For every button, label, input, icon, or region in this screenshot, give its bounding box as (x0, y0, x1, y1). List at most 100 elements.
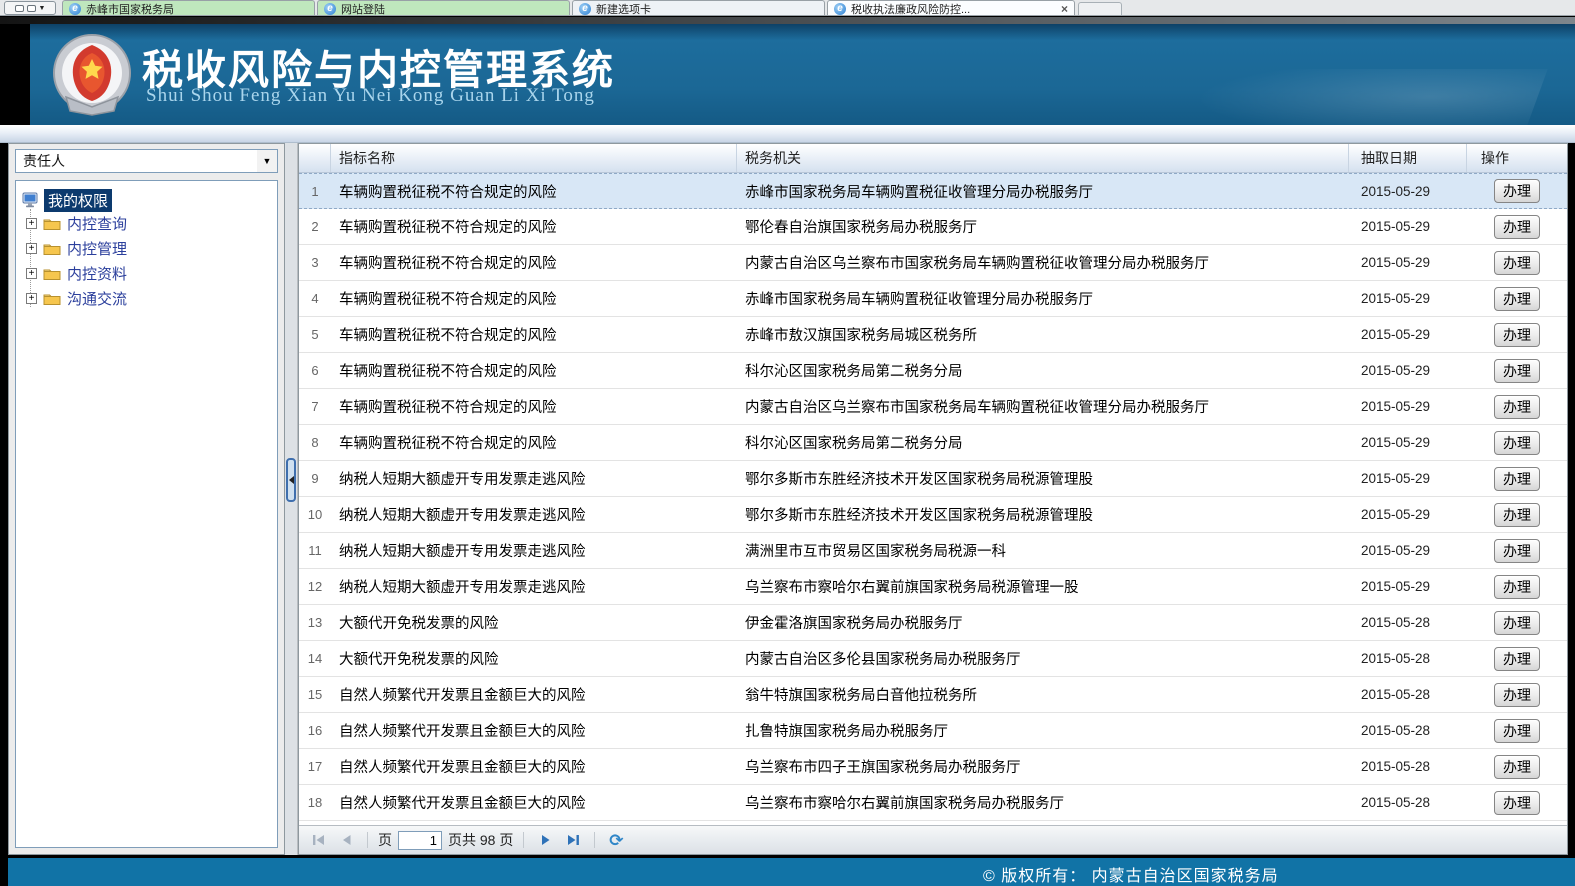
table-row[interactable]: 17 自然人频繁代开发票且金额巨大的风险 乌兰察布市四子王旗国家税务局办税服务厅… (299, 749, 1567, 785)
table-row[interactable]: 14 大额代开免税发票的风险 内蒙古自治区多伦县国家税务局办税服务厅 2015-… (299, 641, 1567, 677)
cell-indicator-name: 车辆购置税征税不符合规定的风险 (331, 432, 737, 453)
pagination-bar: 页 页共 98 页 ⟳ (299, 825, 1567, 854)
new-tab-stub[interactable] (1078, 2, 1122, 16)
tree-item-label[interactable]: 内控管理 (67, 238, 127, 259)
browser-tab[interactable]: e 税收执法廉政风险防控... × (827, 0, 1075, 16)
handle-button[interactable]: 办理 (1494, 359, 1540, 383)
table-row[interactable]: 13 大额代开免税发票的风险 伊金霍洛旗国家税务局办税服务厅 2015-05-2… (299, 605, 1567, 641)
table-row[interactable]: 5 车辆购置税征税不符合规定的风险 赤峰市敖汉旗国家税务局城区税务所 2015-… (299, 317, 1567, 353)
table-row[interactable]: 16 自然人频繁代开发票且金额巨大的风险 扎鲁特旗国家税务局办税服务厅 2015… (299, 713, 1567, 749)
handle-button[interactable]: 办理 (1494, 287, 1540, 311)
dropdown-arrow-icon[interactable]: ▼ (257, 150, 277, 172)
browser-tab[interactable]: e 网站登陆 (317, 0, 570, 16)
handle-button[interactable]: 办理 (1494, 431, 1540, 455)
cell-tax-authority: 内蒙古自治区乌兰察布市国家税务局车辆购置税征收管理分局办税服务厅 (737, 396, 1349, 417)
table-row[interactable]: 6 车辆购置税征税不符合规定的风险 科尔沁区国家税务局第二税务分局 2015-0… (299, 353, 1567, 389)
internet-explorer-icon: e (69, 3, 81, 15)
handle-button[interactable]: 办理 (1494, 791, 1540, 815)
previous-page-button[interactable] (335, 830, 357, 850)
cell-indicator-name: 自然人频繁代开发票且金额巨大的风险 (331, 720, 737, 741)
next-page-button[interactable] (534, 830, 556, 850)
table-row[interactable]: 10 纳税人短期大额虚开专用发票走逃风险 鄂尔多斯市东胜经济技术开发区国家税务局… (299, 497, 1567, 533)
table-row[interactable]: 2 车辆购置税征税不符合规定的风险 鄂伦春自治旗国家税务局办税服务厅 2015-… (299, 209, 1567, 245)
handle-button[interactable]: 办理 (1494, 215, 1540, 239)
cell-tax-authority: 赤峰市国家税务局车辆购置税征收管理分局办税服务厅 (737, 181, 1349, 202)
cell-extract-date: 2015-05-29 (1349, 291, 1467, 306)
cell-tax-authority: 科尔沁区国家税务局第二税务分局 (737, 360, 1349, 381)
folder-icon (43, 292, 61, 306)
expand-icon[interactable]: + (26, 218, 37, 229)
table-row[interactable]: 11 纳税人短期大额虚开专用发票走逃风险 满洲里市互市贸易区国家税务局税源一科 … (299, 533, 1567, 569)
row-number: 17 (299, 759, 331, 774)
tree-item-label[interactable]: 沟通交流 (67, 288, 127, 309)
table-row[interactable]: 18 自然人频繁代开发票且金额巨大的风险 乌兰察布市察哈尔右翼前旗国家税务局办税… (299, 785, 1567, 821)
table-row[interactable]: 1 车辆购置税征税不符合规定的风险 赤峰市国家税务局车辆购置税征收管理分局办税服… (299, 173, 1567, 209)
handle-button[interactable]: 办理 (1494, 395, 1540, 419)
cell-indicator-name: 纳税人短期大额虚开专用发票走逃风险 (331, 504, 737, 525)
table-row[interactable]: 8 车辆购置税征税不符合规定的风险 科尔沁区国家税务局第二税务分局 2015-0… (299, 425, 1567, 461)
table-row[interactable]: 9 纳税人短期大额虚开专用发票走逃风险 鄂尔多斯市东胜经济技术开发区国家税务局税… (299, 461, 1567, 497)
column-header-indicator[interactable]: 指标名称 (331, 144, 737, 172)
responsible-person-dropdown[interactable]: 责任人 ▼ (15, 149, 278, 173)
expand-icon[interactable]: + (26, 293, 37, 304)
cell-extract-date: 2015-05-28 (1349, 795, 1467, 810)
handle-button[interactable]: 办理 (1494, 539, 1540, 563)
handle-button[interactable]: 办理 (1494, 719, 1540, 743)
handle-button[interactable]: 办理 (1494, 323, 1540, 347)
cell-indicator-name: 车辆购置税征税不符合规定的风险 (331, 360, 737, 381)
tree-root-label[interactable]: 我的权限 (44, 189, 112, 212)
tree-item[interactable]: + 内控查询 (26, 211, 271, 236)
tree-item[interactable]: + 内控资料 (26, 261, 271, 286)
cell-extract-date: 2015-05-28 (1349, 759, 1467, 774)
expand-icon[interactable]: + (26, 243, 37, 254)
expand-icon[interactable]: + (26, 268, 37, 279)
window-edge-strip (0, 17, 1575, 24)
column-header-authority[interactable]: 税务机关 (737, 144, 1349, 172)
handle-button[interactable]: 办理 (1494, 575, 1540, 599)
table-row[interactable]: 4 车辆购置税征税不符合规定的风险 赤峰市国家税务局车辆购置税征收管理分局办税服… (299, 281, 1567, 317)
row-number: 10 (299, 507, 331, 522)
table-row[interactable]: 12 纳税人短期大额虚开专用发票走逃风险 乌兰察布市察哈尔右翼前旗国家税务局税源… (299, 569, 1567, 605)
handle-button[interactable]: 办理 (1494, 647, 1540, 671)
folder-icon (43, 267, 61, 281)
tax-bureau-emblem-logo (50, 31, 134, 119)
close-tab-icon[interactable]: × (1061, 3, 1068, 15)
handle-button[interactable]: 办理 (1494, 179, 1540, 203)
handle-button[interactable]: 办理 (1494, 755, 1540, 779)
refresh-icon[interactable]: ⟳ (605, 830, 627, 850)
table-row[interactable]: 15 自然人频繁代开发票且金额巨大的风险 翁牛特旗国家税务局白音他拉税务所 20… (299, 677, 1567, 713)
tree-root-my-permissions[interactable]: 我的权限 (22, 189, 271, 211)
row-number: 15 (299, 687, 331, 702)
tree-item[interactable]: + 内控管理 (26, 236, 271, 261)
left-margin (0, 24, 30, 125)
cell-indicator-name: 大额代开免税发票的风险 (331, 612, 737, 633)
first-page-button[interactable] (307, 830, 329, 850)
table-row[interactable]: 3 车辆购置税征税不符合规定的风险 内蒙古自治区乌兰察布市国家税务局车辆购置税征… (299, 245, 1567, 281)
content-area: 责任人 ▼ 我的权限 + (0, 143, 1575, 858)
toolbar-strip (0, 125, 1575, 143)
page-number-input[interactable] (398, 831, 442, 850)
handle-button[interactable]: 办理 (1494, 251, 1540, 275)
cell-tax-authority: 翁牛特旗国家税务局白音他拉税务所 (737, 684, 1349, 705)
internet-explorer-icon: e (834, 3, 846, 15)
cell-indicator-name: 自然人频繁代开发票且金额巨大的风险 (331, 792, 737, 813)
computer-icon (22, 192, 39, 208)
browser-tab-label: 赤峰市国家税务局 (86, 1, 174, 17)
column-header-date[interactable]: 抽取日期 (1349, 144, 1467, 172)
browser-tab[interactable]: e 新建选项卡 (572, 0, 825, 16)
last-page-button[interactable] (562, 830, 584, 850)
table-row[interactable]: 7 车辆购置税征税不符合规定的风险 内蒙古自治区乌兰察布市国家税务局车辆购置税征… (299, 389, 1567, 425)
page-label: 页 (378, 830, 392, 850)
tree-item-label[interactable]: 内控查询 (67, 213, 127, 234)
handle-button[interactable]: 办理 (1494, 467, 1540, 491)
handle-button[interactable]: 办理 (1494, 611, 1540, 635)
collapse-sidebar-handle[interactable] (286, 458, 296, 502)
tree-item-label[interactable]: 内控资料 (67, 263, 127, 284)
handle-button[interactable]: 办理 (1494, 683, 1540, 707)
cell-extract-date: 2015-05-29 (1349, 184, 1467, 199)
browser-tab[interactable]: e 赤峰市国家税务局 (62, 0, 315, 16)
tree-item[interactable]: + 沟通交流 (26, 286, 271, 311)
panel-splitter[interactable] (285, 143, 298, 855)
quick-tabs-button[interactable]: ▼ (4, 1, 56, 15)
handle-button[interactable]: 办理 (1494, 503, 1540, 527)
